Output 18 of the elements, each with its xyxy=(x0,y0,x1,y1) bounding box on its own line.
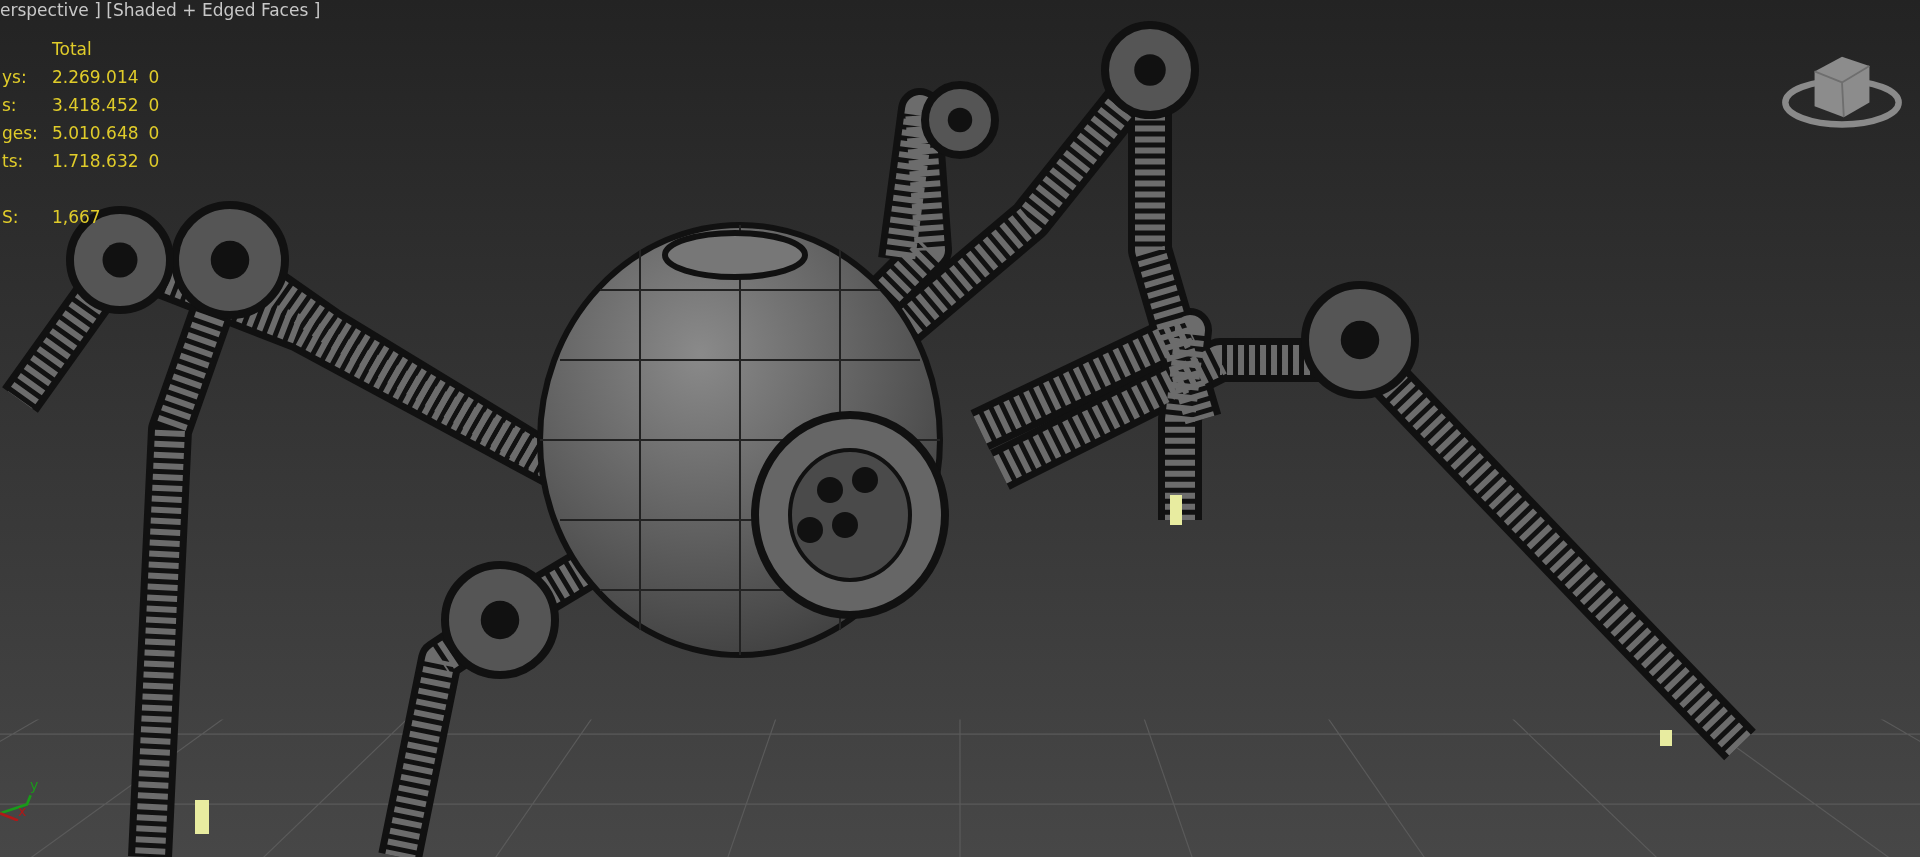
stat-value: 2.269.014 xyxy=(52,66,139,88)
stat-selection-value: 0 xyxy=(148,94,160,116)
stat-label: ges: xyxy=(2,122,39,144)
fps-value: 1,667 xyxy=(52,206,102,228)
stat-label: ys: xyxy=(2,66,28,88)
stat-selection-value: 0 xyxy=(148,122,160,144)
stat-value: 1.718.632 xyxy=(52,150,139,172)
stat-value: 3.418.452 xyxy=(52,94,139,116)
axis-label: y xyxy=(30,777,39,793)
stats-header: Total xyxy=(52,38,93,60)
stat-label: ts: xyxy=(2,150,25,172)
viewport-label[interactable]: erspective ] [Shaded + Edged Faces ] xyxy=(0,0,321,20)
stat-label: s: xyxy=(2,94,18,116)
axis-label: x xyxy=(18,803,27,819)
stat-selection-value: 0 xyxy=(148,150,160,172)
fps-label: S: xyxy=(2,206,20,228)
stat-selection-value: 0 xyxy=(148,66,160,88)
stat-value: 5.010.648 xyxy=(52,122,139,144)
